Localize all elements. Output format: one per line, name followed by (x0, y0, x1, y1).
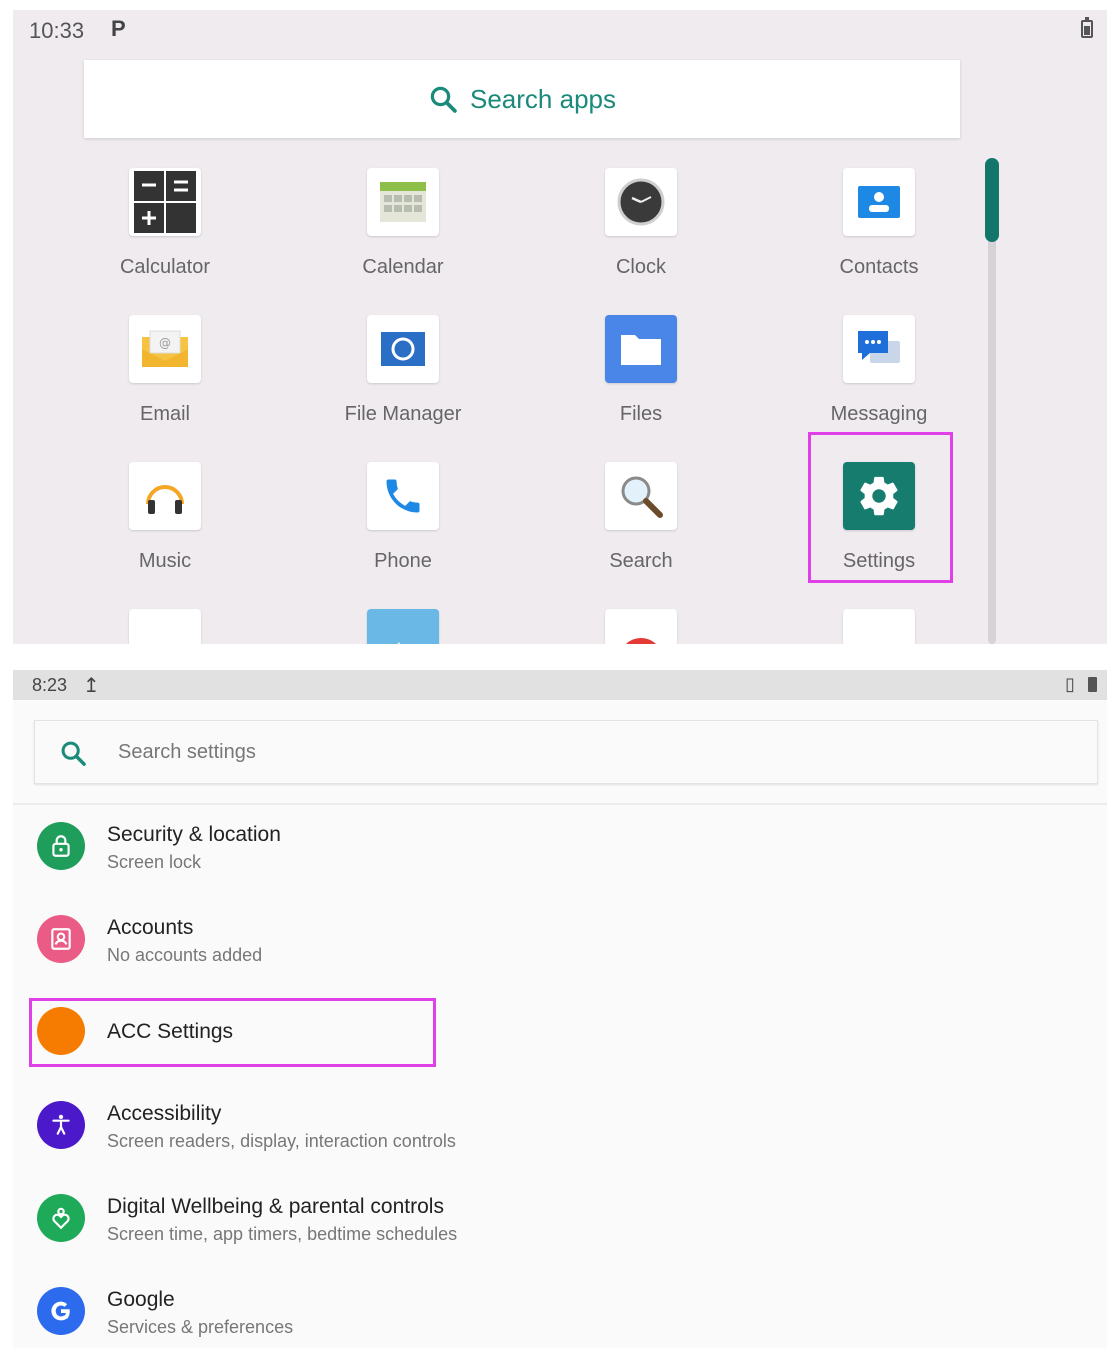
svg-text:@: @ (159, 336, 171, 350)
app-camera[interactable] (65, 601, 265, 644)
files-icon (605, 315, 677, 383)
app-recorder[interactable] (541, 601, 741, 644)
app-label: Calculator (119, 256, 211, 278)
search-icon (430, 86, 457, 113)
app-label: Email (139, 403, 190, 425)
acc-settings-highlight-box (29, 998, 436, 1067)
app-label: Calendar (362, 256, 444, 278)
gallery-icon (367, 609, 439, 644)
account-box-icon (37, 915, 85, 963)
status-bar: 10:33 P (13, 10, 1107, 50)
vibrate-icon: ▯ (1065, 674, 1075, 694)
app-label: Phone (374, 550, 432, 572)
setting-subtitle: Services & preferences (107, 1317, 294, 1337)
app-label: Clock (615, 256, 666, 278)
parking-icon: P (111, 16, 126, 41)
settings-screen: 8:23 ↥ ▯ Search settings Security & loca… (13, 670, 1107, 1348)
app-clock[interactable]: Clock (541, 160, 741, 290)
contacts-icon (843, 168, 915, 236)
play-store-icon (843, 609, 915, 644)
search-icon (61, 741, 86, 766)
app-messaging[interactable]: Messaging (779, 307, 979, 437)
wellbeing-icon (37, 1194, 85, 1242)
battery-icon (1081, 17, 1093, 38)
lock-icon (37, 822, 85, 870)
upload-icon: ↥ (83, 675, 100, 697)
messaging-icon (843, 315, 915, 383)
battery-icon (1088, 677, 1097, 692)
camera-icon (129, 609, 201, 644)
phone-icon (367, 462, 439, 530)
app-search[interactable]: Search (541, 454, 741, 584)
setting-accessibility[interactable]: Accessibility Screen readers, display, i… (13, 1089, 1107, 1169)
app-calendar[interactable]: Calendar (303, 160, 503, 290)
status-time: 8:23 (32, 675, 68, 695)
app-label: Music (138, 550, 192, 572)
app-calculator[interactable]: Calculator (65, 160, 265, 290)
search-apps-label: Search apps (470, 83, 616, 114)
setting-title: Digital Wellbeing & parental controls (107, 1195, 444, 1218)
google-icon (37, 1287, 85, 1335)
setting-subtitle: Screen readers, display, interaction con… (107, 1131, 456, 1151)
clock-icon (605, 168, 677, 236)
app-music[interactable]: Music (65, 454, 265, 584)
setting-subtitle: Screen time, app timers, bedtime schedul… (107, 1224, 458, 1244)
app-email[interactable]: @ Email (65, 307, 265, 437)
app-play-store[interactable] (779, 601, 979, 644)
scrollbar-thumb[interactable] (985, 158, 999, 242)
calculator-icon (129, 168, 201, 236)
file-manager-icon (367, 315, 439, 383)
setting-subtitle: Screen lock (107, 852, 202, 872)
search-apps-bar[interactable]: Search apps (84, 60, 960, 138)
search-settings-placeholder: Search settings (118, 741, 256, 763)
setting-title: Security & location (107, 823, 281, 846)
email-icon: @ (129, 315, 201, 383)
search-settings-bar[interactable]: Search settings (34, 720, 1098, 784)
app-label: Contacts (839, 256, 919, 278)
setting-title: Accessibility (107, 1102, 222, 1125)
app-drawer-screen: 10:33 P Search apps Calculator Calendar … (13, 10, 1107, 644)
accessibility-icon (37, 1101, 85, 1149)
setting-digital-wellbeing[interactable]: Digital Wellbeing & parental controls Sc… (13, 1182, 1107, 1262)
setting-security-location[interactable]: Security & location Screen lock (13, 810, 1107, 890)
app-label: Search (609, 550, 673, 572)
app-label: Messaging (830, 403, 928, 425)
app-label: File Manager (344, 403, 462, 425)
app-contacts[interactable]: Contacts (779, 160, 979, 290)
setting-title: Accounts (107, 916, 194, 939)
setting-subtitle: No accounts added (107, 945, 263, 965)
app-files[interactable]: Files (541, 307, 741, 437)
setting-title: Google (107, 1288, 175, 1311)
setting-google[interactable]: Google Services & preferences (13, 1275, 1107, 1348)
app-label: Files (619, 403, 663, 425)
app-file-manager[interactable]: File Manager (303, 307, 503, 437)
setting-accounts[interactable]: Accounts No accounts added (13, 903, 1107, 983)
app-gallery[interactable] (303, 601, 503, 644)
magnifier-icon (605, 462, 677, 530)
status-time: 10:33 (29, 18, 85, 43)
headphones-icon (129, 462, 201, 530)
calendar-icon (367, 168, 439, 236)
app-phone[interactable]: Phone (303, 454, 503, 584)
status-bar: 8:23 ↥ ▯ (13, 670, 1107, 700)
recorder-icon (605, 609, 677, 644)
settings-highlight-box (808, 432, 953, 583)
divider (13, 803, 1107, 805)
